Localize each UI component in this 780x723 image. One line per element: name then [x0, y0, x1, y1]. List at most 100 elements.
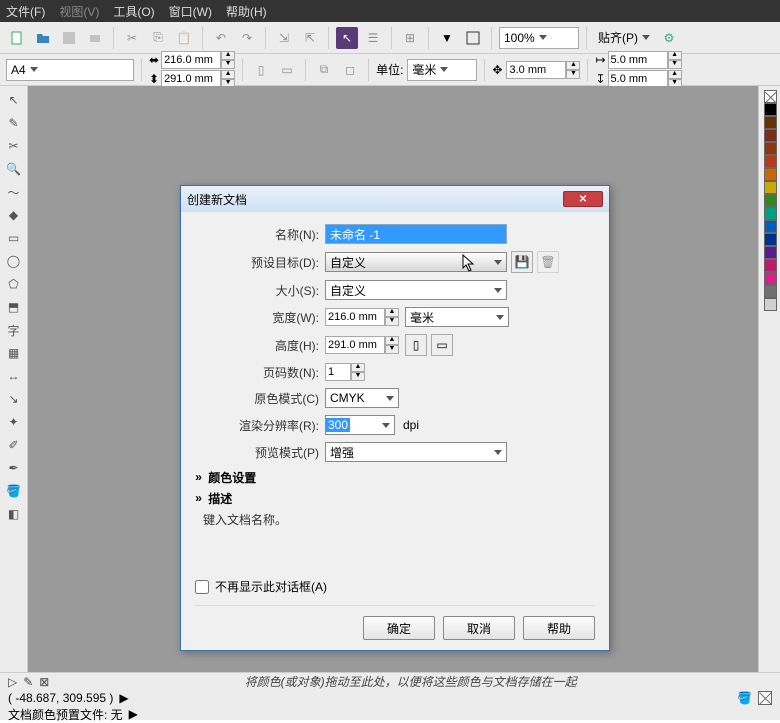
freehand-tool-icon[interactable]: ～: [4, 182, 24, 202]
color-swatch[interactable]: [764, 142, 777, 155]
color-swatch[interactable]: [764, 285, 777, 298]
color-settings-section[interactable]: »颜色设置: [195, 469, 595, 486]
nav-pen-icon[interactable]: ✎: [23, 675, 33, 689]
color-swatch[interactable]: [764, 272, 777, 285]
profile-arrow-icon[interactable]: ▶: [129, 707, 138, 721]
all-pages-icon[interactable]: ⧉: [313, 59, 335, 81]
ok-button[interactable]: 确定: [363, 616, 435, 640]
preset-combo[interactable]: 自定义: [325, 252, 507, 272]
close-icon[interactable]: ✕: [563, 191, 603, 207]
eyedropper-tool-icon[interactable]: ✐: [4, 435, 24, 455]
status-fill-icon[interactable]: 🪣: [737, 691, 752, 705]
shape-tool-icon[interactable]: ✎: [4, 113, 24, 133]
preview-combo[interactable]: 增强: [325, 442, 507, 462]
effects-tool-icon[interactable]: ✦: [4, 412, 24, 432]
color-swatch[interactable]: [764, 220, 777, 233]
cut-icon[interactable]: ✂: [121, 27, 143, 49]
color-swatch[interactable]: [764, 103, 777, 116]
coords-arrow-icon[interactable]: ▶: [119, 691, 128, 705]
paper-size-combo[interactable]: A4: [6, 59, 134, 81]
polygon-tool-icon[interactable]: ⬠: [4, 274, 24, 294]
interactive-fill-icon[interactable]: ◧: [4, 504, 24, 524]
color-swatch[interactable]: [764, 298, 777, 311]
pick-tool-icon[interactable]: ↖: [4, 90, 24, 110]
ellipse-tool-icon[interactable]: ◯: [4, 251, 24, 271]
name-input[interactable]: [325, 224, 507, 244]
open-icon[interactable]: [32, 27, 54, 49]
width-units-combo[interactable]: 毫米: [405, 307, 509, 327]
color-swatch[interactable]: [764, 259, 777, 272]
menu-window[interactable]: 窗口(W): [169, 3, 212, 20]
preview-label: 预览模式(P): [195, 444, 325, 461]
outline-tool-icon[interactable]: ✒: [4, 458, 24, 478]
zoom-levels-icon[interactable]: ⊞: [399, 27, 421, 49]
resolution-combo[interactable]: 300: [325, 415, 395, 435]
status-nofill-icon[interactable]: [758, 691, 772, 705]
redo-icon[interactable]: ↷: [236, 27, 258, 49]
basic-shapes-icon[interactable]: ⬒: [4, 297, 24, 317]
size-label: 大小(S):: [195, 282, 325, 299]
save-preset-icon[interactable]: 💾: [511, 251, 533, 273]
nudge-input[interactable]: ▲▼: [506, 61, 580, 79]
fill-tool-icon[interactable]: 🪣: [4, 481, 24, 501]
units-combo[interactable]: 毫米: [407, 59, 477, 81]
connector-tool-icon[interactable]: ↘: [4, 389, 24, 409]
color-swatch[interactable]: [764, 233, 777, 246]
doc-width-input[interactable]: ▲▼: [325, 308, 399, 326]
smart-fill-icon[interactable]: ◆: [4, 205, 24, 225]
crop-tool-icon[interactable]: ✂: [4, 136, 24, 156]
portrait-button[interactable]: ▯: [405, 334, 427, 356]
menu-view[interactable]: 视图(V): [59, 3, 99, 20]
color-swatch[interactable]: [764, 129, 777, 142]
nav-play-icon[interactable]: ▷: [8, 675, 17, 689]
dont-show-checkbox[interactable]: [195, 580, 209, 594]
landscape-icon[interactable]: ▭: [276, 59, 298, 81]
doc-height-input[interactable]: ▲▼: [325, 336, 399, 354]
export-icon[interactable]: ⇱: [299, 27, 321, 49]
paste-icon[interactable]: 📋: [173, 27, 195, 49]
color-swatch[interactable]: [764, 194, 777, 207]
color-swatch[interactable]: [764, 168, 777, 181]
copy-icon[interactable]: ⎘: [147, 27, 169, 49]
snap-menu[interactable]: 贴齐(P): [594, 27, 654, 49]
options-icon[interactable]: ⚙: [658, 27, 680, 49]
import-icon[interactable]: ⇲: [273, 27, 295, 49]
text-tool-icon[interactable]: 字: [4, 320, 24, 340]
portrait-icon[interactable]: ▯: [250, 59, 272, 81]
cancel-button[interactable]: 取消: [443, 616, 515, 640]
menu-tools[interactable]: 工具(O): [113, 3, 154, 20]
dup-x-input[interactable]: ▲▼: [608, 51, 682, 69]
zoom-tool-icon[interactable]: 🔍: [4, 159, 24, 179]
table-tool-icon[interactable]: ▦: [4, 343, 24, 363]
description-section[interactable]: »描述: [195, 490, 595, 507]
dialog-titlebar[interactable]: 创建新文档 ✕: [181, 186, 609, 212]
print-icon[interactable]: [84, 27, 106, 49]
nudge-icon: ✥: [492, 63, 502, 77]
welcome-icon[interactable]: ☰: [362, 27, 384, 49]
dimension-tool-icon[interactable]: ↔: [4, 366, 24, 386]
page-width-input[interactable]: ▲▼: [161, 51, 235, 69]
help-button[interactable]: 帮助: [523, 616, 595, 640]
rectangle-tool-icon[interactable]: ▭: [4, 228, 24, 248]
app-launcher-icon[interactable]: ↖: [336, 27, 358, 49]
color-swatch[interactable]: [764, 181, 777, 194]
color-swatch[interactable]: [764, 246, 777, 259]
current-page-icon[interactable]: ◻: [339, 59, 361, 81]
landscape-button[interactable]: ▭: [431, 334, 453, 356]
size-combo[interactable]: 自定义: [325, 280, 507, 300]
no-color-swatch[interactable]: [764, 90, 777, 103]
colormode-combo[interactable]: CMYK: [325, 388, 399, 408]
fill-icon[interactable]: ▼: [436, 27, 458, 49]
color-swatch[interactable]: [764, 207, 777, 220]
zoom-combo[interactable]: 100%: [499, 27, 579, 49]
menu-help[interactable]: 帮助(H): [226, 3, 267, 20]
undo-icon[interactable]: ↶: [210, 27, 232, 49]
save-icon[interactable]: [58, 27, 80, 49]
pages-input[interactable]: ▲▼: [325, 363, 365, 381]
color-swatch[interactable]: [764, 116, 777, 129]
nav-close-icon[interactable]: ⊠: [39, 675, 49, 689]
menu-file[interactable]: 文件(F): [6, 3, 45, 20]
outline-icon[interactable]: [462, 27, 484, 49]
new-icon[interactable]: [6, 27, 28, 49]
color-swatch[interactable]: [764, 155, 777, 168]
